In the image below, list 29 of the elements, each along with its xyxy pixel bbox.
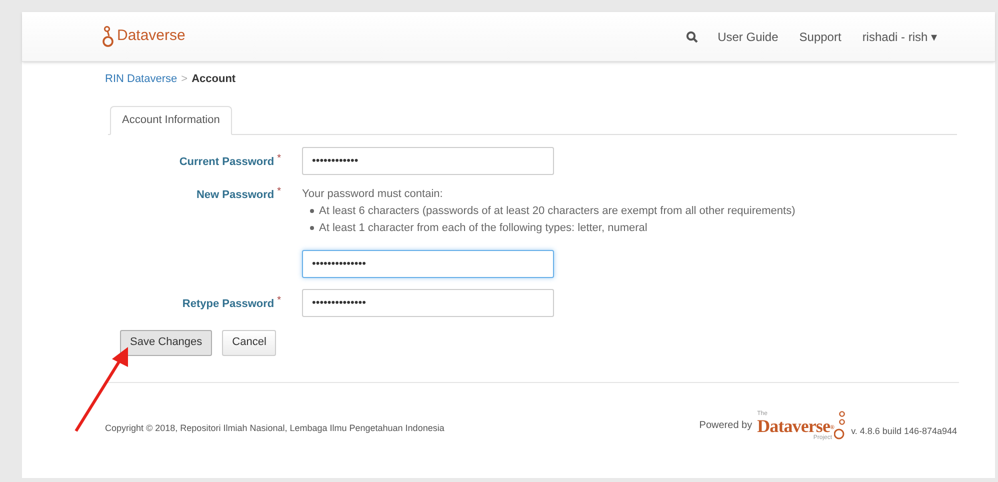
field-label: New Password: [196, 188, 274, 202]
breadcrumb-separator: >: [181, 72, 188, 87]
tab[interactable]: Account Information: [110, 106, 232, 134]
copyright-text: Copyright © 2018, Repositori Ilmiah Nasional, Lembaga Ilmu Pengetahuan Indonesia: [105, 422, 444, 435]
version-text: v. 4.8.6 build 146-874a944: [851, 425, 957, 438]
help-item: At least 1 character from each of the following types: letter, numeral: [319, 220, 648, 236]
help-item: At least 6 characters (passwords of at least 20 characters are exempt from all other requirements): [319, 204, 796, 218]
breadcrumb-link[interactable]: RIN Dataverse: [105, 71, 178, 88]
required-mark: *: [277, 184, 281, 198]
required-mark: *: [277, 294, 281, 308]
field-label: Retype Password: [182, 296, 274, 312]
help-text: Your password must contain:: [302, 186, 444, 202]
field-label: Current Password: [179, 154, 274, 170]
brand-link[interactable]: Dataverse: [102, 24, 186, 48]
breadcrumb-current: Account: [192, 72, 236, 87]
bullet-icon: [310, 226, 314, 230]
form-button[interactable]: Save Changes: [120, 330, 212, 356]
bullet-icon: [310, 209, 314, 213]
logo-icon: [102, 24, 114, 48]
password-field[interactable]: ••••••••••••: [302, 146, 554, 174]
nav-link[interactable]: User Guide: [718, 28, 778, 46]
required-mark: *: [277, 152, 281, 166]
powered-by-text: Powered by: [699, 418, 752, 432]
password-field[interactable]: ••••••••••••••: [302, 250, 554, 278]
form-button[interactable]: Cancel: [222, 330, 276, 356]
password-field[interactable]: ••••••••••••••: [302, 288, 554, 316]
user-menu[interactable]: rishadi - rish ▾: [862, 28, 937, 46]
nav-link[interactable]: Support: [799, 28, 842, 46]
search-icon[interactable]: [686, 30, 698, 42]
